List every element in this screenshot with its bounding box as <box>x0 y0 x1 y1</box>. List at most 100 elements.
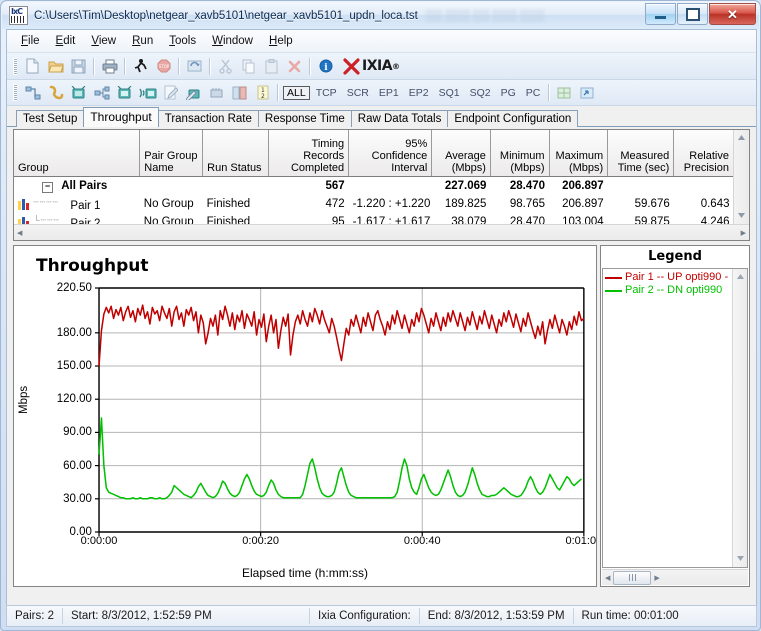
menu-edit[interactable]: Edit <box>48 32 84 50</box>
col-pair-group-name[interactable]: Pair Group Name <box>139 130 204 177</box>
tab-raw-data-totals[interactable]: Raw Data Totals <box>350 110 449 127</box>
cut-icon[interactable] <box>214 55 237 77</box>
close-button[interactable]: ✕ <box>709 3 756 25</box>
col-measured-time[interactable]: Measured Time (sec) <box>607 130 675 177</box>
table-row[interactable]: └┄┄┄ Pair 2 No Group Finished 95 -1.617 … <box>14 213 734 224</box>
cell-relative-precision <box>674 177 734 196</box>
menu-view-rest: iew <box>98 35 117 47</box>
filter-all[interactable]: ALL <box>283 85 310 100</box>
col-confidence-interval[interactable]: 95% Confidence Interval <box>348 130 433 177</box>
legend-panel: Legend Pair 1 -- UP opti990 - Pair 2 -- … <box>600 245 750 587</box>
info-icon[interactable]: i <box>314 55 337 77</box>
tab-bar: Test Setup Throughput Transaction Rate R… <box>7 106 756 127</box>
table-vertical-scrollbar[interactable] <box>733 130 749 224</box>
reorder-pairs-icon[interactable]: 12 <box>251 82 274 104</box>
minimize-button[interactable] <box>645 3 676 25</box>
filter-sq2[interactable]: SQ2 <box>466 86 495 100</box>
toolbar-grip[interactable] <box>13 57 17 75</box>
filter-pc[interactable]: PC <box>522 86 545 100</box>
open-folder-icon[interactable] <box>44 55 67 77</box>
filter-ep2[interactable]: EP2 <box>405 86 433 100</box>
tab-test-setup[interactable]: Test Setup <box>16 110 85 127</box>
add-voip-pair-icon[interactable] <box>44 82 67 104</box>
add-multicast-pair-icon[interactable] <box>113 82 136 104</box>
maximize-button[interactable] <box>677 3 708 25</box>
tab-throughput[interactable]: Throughput <box>83 107 159 127</box>
scroll-down-arrow[interactable] <box>734 210 749 222</box>
add-multicast-group-icon[interactable] <box>90 82 113 104</box>
add-pair-icon[interactable] <box>21 82 44 104</box>
tree-line: └┄┄┄ <box>33 214 60 225</box>
menu-window-rest: indow <box>222 35 253 47</box>
status-filler <box>687 608 756 624</box>
swap-endpoints-icon[interactable] <box>228 82 251 104</box>
menu-view[interactable]: View <box>83 32 124 50</box>
toolbar-grip[interactable] <box>13 84 17 101</box>
col-maximum[interactable]: Maximum (Mbps) <box>549 130 609 177</box>
col-group[interactable]: Group <box>14 130 141 177</box>
new-icon[interactable] <box>21 55 44 77</box>
refresh-icon[interactable] <box>183 55 206 77</box>
tab-response-time[interactable]: Response Time <box>257 110 352 127</box>
col-run-status[interactable]: Run Status <box>202 130 270 177</box>
scroll-up-arrow[interactable] <box>734 132 749 144</box>
legend-item[interactable]: Pair 2 -- DN opti990 <box>603 284 747 297</box>
legend-item[interactable]: Pair 1 -- UP opti990 - <box>603 271 747 284</box>
legend-scroll-right-arrow[interactable]: ▶ <box>651 574 662 582</box>
toolbar-separator <box>309 57 311 75</box>
legend-scroll-down-arrow[interactable] <box>733 553 747 565</box>
paste-icon[interactable] <box>260 55 283 77</box>
legend-scroll-left-arrow[interactable]: ◀ <box>602 574 613 582</box>
throughput-chart[interactable]: Throughput Mbps Elapsed time (h:mm:ss) 0… <box>13 245 597 587</box>
col-relative-precision[interactable]: Relative Precision <box>673 130 734 177</box>
filter-scr[interactable]: SCR <box>343 86 373 100</box>
legend-scroll-thumb[interactable] <box>613 570 652 585</box>
svg-text:2: 2 <box>261 93 265 100</box>
scroll-right-arrow[interactable]: ▶ <box>738 229 749 237</box>
menu-run[interactable]: Run <box>124 32 161 50</box>
filter-tcp[interactable]: TCP <box>312 86 341 100</box>
print-icon[interactable] <box>98 55 121 77</box>
run-icon[interactable] <box>129 55 152 77</box>
legend-title: Legend <box>648 249 702 264</box>
col-timing-records[interactable]: Timing Records Completed <box>268 130 350 177</box>
legend-list: Pair 1 -- UP opti990 - Pair 2 -- DN opti… <box>602 268 748 568</box>
col-average[interactable]: Average (Mbps) <box>431 130 491 177</box>
add-video-multicast-icon[interactable] <box>136 82 159 104</box>
legend-vertical-scrollbar[interactable] <box>732 269 747 567</box>
cell-relative-precision: 0.643 <box>700 198 730 210</box>
legend-horizontal-scrollbar[interactable]: ◀ ▶ <box>602 569 748 585</box>
collapse-icon[interactable]: − <box>42 181 53 193</box>
copy-icon[interactable] <box>237 55 260 77</box>
table-row[interactable]: − All Pairs 567 227.069 28.470 206.897 <box>14 177 734 196</box>
table-row[interactable]: ┄┄┄┄ Pair 1 No Group Finished 472 -1.220… <box>14 195 734 213</box>
client-area: File Edit View Run Tools Window Help STO… <box>6 29 757 627</box>
table-horizontal-scrollbar[interactable]: ◀ ▶ <box>14 224 749 240</box>
status-ixia-configuration: Ixia Configuration: <box>310 608 420 624</box>
stop-icon[interactable]: STOP <box>152 55 175 77</box>
pair-chart-icon[interactable] <box>18 216 30 224</box>
group-icon[interactable] <box>553 82 576 104</box>
tab-transaction-rate[interactable]: Transaction Rate <box>157 110 259 127</box>
export-icon[interactable] <box>576 82 599 104</box>
menu-file[interactable]: File <box>13 32 48 50</box>
filter-pg[interactable]: PG <box>497 86 520 100</box>
pair-chart-icon[interactable] <box>18 198 30 210</box>
legend-scroll-up-arrow[interactable] <box>733 271 747 283</box>
add-video-pair-icon[interactable] <box>67 82 90 104</box>
hardware-pair-icon[interactable] <box>205 82 228 104</box>
save-icon[interactable] <box>67 55 90 77</box>
menu-window[interactable]: Window <box>204 32 261 50</box>
edit-video-icon[interactable] <box>182 82 205 104</box>
scroll-left-arrow[interactable]: ◀ <box>14 229 25 237</box>
filter-sq1[interactable]: SQ1 <box>435 86 464 100</box>
menu-tools[interactable]: Tools <box>161 32 204 50</box>
cell-maximum: 103.004 <box>562 216 604 224</box>
col-minimum[interactable]: Minimum (Mbps) <box>490 130 550 177</box>
edit-pair-icon[interactable] <box>159 82 182 104</box>
tab-endpoint-configuration[interactable]: Endpoint Configuration <box>447 110 579 127</box>
menu-help[interactable]: Help <box>261 32 301 50</box>
cell-timing-records: 472 <box>325 198 345 210</box>
filter-ep1[interactable]: EP1 <box>375 86 403 100</box>
delete-icon[interactable] <box>283 55 306 77</box>
